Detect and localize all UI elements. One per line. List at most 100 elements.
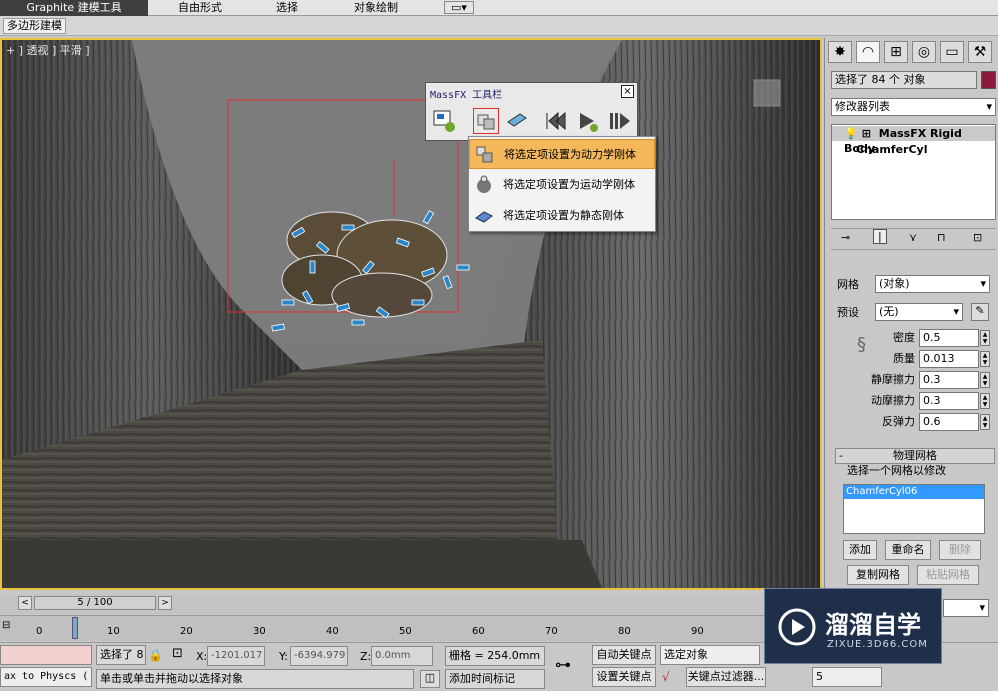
menu-item-static[interactable]: 将选定项设置为静态刚体 <box>469 201 655 231</box>
curve-editor-icon[interactable]: ⊟ <box>2 620 18 634</box>
hierarchy-tab-icon[interactable]: ⊞ <box>884 41 908 63</box>
physical-mesh-rollout-header[interactable]: - 物理网格 <box>835 448 995 464</box>
current-frame-marker[interactable] <box>72 617 78 639</box>
tab-freeform[interactable]: 自由形式 <box>158 0 242 16</box>
mesh-list-item[interactable]: ChamferCyl06 <box>844 485 984 499</box>
z-coordinate-field[interactable]: 0.0mm <box>371 646 433 666</box>
ribbon-subbar: 多边形建模 <box>0 16 998 36</box>
watermark-url: ZIXUE.3D66.COM <box>827 639 928 650</box>
rigid-body-button[interactable] <box>473 108 499 134</box>
mass-field[interactable]: 0.013 <box>919 350 979 368</box>
paste-mesh-button[interactable]: 粘贴网格 <box>917 565 979 585</box>
menu-item-kinematic[interactable]: 将选定项设置为运动学刚体 <box>469 170 655 200</box>
static-friction-field[interactable]: 0.3 <box>919 371 979 389</box>
display-tab-icon[interactable]: ▭ <box>940 41 964 63</box>
add-button[interactable]: 添加 <box>843 540 877 560</box>
bounciness-label: 反弹力 <box>882 415 915 428</box>
utilities-tab-icon[interactable]: ⚒ <box>968 41 992 63</box>
delete-button[interactable]: 删除 <box>939 540 981 560</box>
current-frame-field[interactable]: 5 <box>812 667 882 687</box>
cloth-button[interactable] <box>504 108 530 134</box>
tab-selection[interactable]: 选择 <box>256 0 318 16</box>
selection-set-dropdown[interactable]: 选定对象 <box>660 645 760 665</box>
key-icon[interactable]: ⊶ <box>555 655 571 674</box>
step-simulation-button[interactable] <box>606 108 632 134</box>
key-tangent-icon[interactable]: √ <box>662 670 670 684</box>
next-frame-button[interactable]: > <box>158 596 172 610</box>
x-label: X: <box>196 650 208 663</box>
motion-tab-icon[interactable]: ◎ <box>912 41 936 63</box>
y-label: Y: <box>279 650 288 663</box>
z-label: Z: <box>360 650 372 663</box>
object-name-field[interactable]: 选择了 84 个 对象 <box>831 71 977 89</box>
y-coordinate-field[interactable]: -6394.979 <box>290 646 348 666</box>
add-time-tag-button[interactable]: 添加时间标记 <box>445 669 545 689</box>
time-tag-icon[interactable]: ◫ <box>420 670 440 688</box>
reset-simulation-button[interactable] <box>542 108 568 134</box>
dynamic-friction-field[interactable]: 0.3 <box>919 392 979 410</box>
maxscript-listener[interactable] <box>0 645 92 665</box>
preset-value: (无) <box>879 305 899 318</box>
static-friction-spinner[interactable]: ▲ ▼ <box>980 372 990 388</box>
key-filters-button[interactable]: 关键点过滤器... <box>686 667 766 687</box>
maxscript-field[interactable]: ax to Physcs ( <box>0 667 92 687</box>
modifier-list-label: 修改器列表 <box>835 100 890 113</box>
create-tab-icon[interactable]: ✸ <box>828 41 852 63</box>
copy-mesh-button[interactable]: 复制网格 <box>847 565 909 585</box>
preset-dropdown[interactable]: (无) ▾ <box>875 303 963 321</box>
chevron-down-icon: ▾ <box>986 100 992 113</box>
transform-mode-icon[interactable]: ⊡ <box>172 646 183 661</box>
grid-size: 栅格 = 254.0mm <box>445 646 545 666</box>
tick-label: 20 <box>180 626 193 637</box>
show-end-result-icon[interactable]: | <box>873 229 887 244</box>
viewport-label[interactable]: + ] 透视 ] 平滑 ] <box>6 42 90 58</box>
modify-tab-icon[interactable]: ◠ <box>856 41 880 63</box>
close-button[interactable]: × <box>621 85 634 98</box>
density-field[interactable]: 0.5 <box>919 329 979 347</box>
rigid-body-menu: 将选定项设置为动力学刚体 将选定项设置为运动学刚体 将选定项设置为静态刚体 <box>468 136 656 232</box>
modifier-list-dropdown[interactable]: 修改器列表 ▾ <box>831 98 996 116</box>
world-params-button[interactable] <box>431 108 457 134</box>
expand-icon[interactable]: ⊞ <box>862 127 871 140</box>
tab-graphite[interactable]: Graphite 建模工具 <box>0 0 148 16</box>
watermark-logo: 溜溜自学 ZIXUE.3D66.COM <box>764 588 942 664</box>
time-slider-thumb[interactable]: 5 / 100 <box>34 596 156 610</box>
set-key-button[interactable]: 设置关键点 <box>592 667 656 687</box>
configure-modifier-icon[interactable]: ⊡ <box>973 231 982 244</box>
rename-button[interactable]: 重命名 <box>885 540 931 560</box>
bounciness-field[interactable]: 0.6 <box>919 413 979 431</box>
eyedropper-icon[interactable]: ✎ <box>971 303 989 321</box>
tick-label: 40 <box>326 626 339 637</box>
bounciness-spinner[interactable]: ▲ ▼ <box>980 414 990 430</box>
bulb-icon[interactable]: 💡 <box>844 127 858 140</box>
panel-dropdown[interactable]: ▾ <box>943 599 989 617</box>
make-unique-icon[interactable]: ⋎ <box>909 231 917 244</box>
pin-stack-icon[interactable]: ⊸ <box>841 231 850 244</box>
mass-spinner[interactable]: ▲ ▼ <box>980 351 990 367</box>
perspective-viewport[interactable]: + ] 透视 ] 平滑 ] <box>0 38 822 590</box>
tick-label: 60 <box>472 626 485 637</box>
auto-key-button[interactable]: 自动关键点 <box>592 645 656 665</box>
static-body-icon <box>475 211 493 223</box>
tab-poly-modeling[interactable]: 多边形建模 <box>3 18 66 34</box>
menu-item-label: 将选定项设置为动力学刚体 <box>504 148 636 161</box>
x-coordinate-field[interactable]: -1201.017 <box>207 646 265 666</box>
stack-item-massfx[interactable]: 💡 ⊞ MassFX Rigid Body <box>832 126 995 155</box>
dynamic-friction-spinner[interactable]: ▲ ▼ <box>980 393 990 409</box>
density-spinner[interactable]: ▲ ▼ <box>980 330 990 346</box>
timeline-track[interactable]: ⊟ 0 10 20 30 40 50 60 70 80 90 <box>0 615 822 641</box>
tick-label: 0 <box>36 626 43 637</box>
stack-item-chamfercyl[interactable]: ChamferCyl <box>832 142 995 157</box>
remove-modifier-icon[interactable]: ⊓ <box>937 231 946 244</box>
lock-icon[interactable]: 🔒 <box>148 648 163 662</box>
mesh-dropdown[interactable]: (对象) ▾ <box>875 275 990 293</box>
ribbon-options-dropdown[interactable]: ▭▾ <box>444 1 474 14</box>
prev-frame-button[interactable]: < <box>18 596 32 610</box>
object-color-swatch[interactable] <box>981 71 996 89</box>
menu-item-dynamic[interactable]: 将选定项设置为动力学刚体 <box>469 139 655 169</box>
play-simulation-button[interactable] <box>574 108 600 134</box>
mesh-listbox[interactable]: ChamferCyl06 <box>843 484 985 534</box>
tab-object-paint[interactable]: 对象绘制 <box>330 0 422 16</box>
stack-toolbar: ⊸ | ⋎ ⊓ ⊡ <box>831 228 996 250</box>
chevron-down-icon: ▾ <box>953 305 959 318</box>
